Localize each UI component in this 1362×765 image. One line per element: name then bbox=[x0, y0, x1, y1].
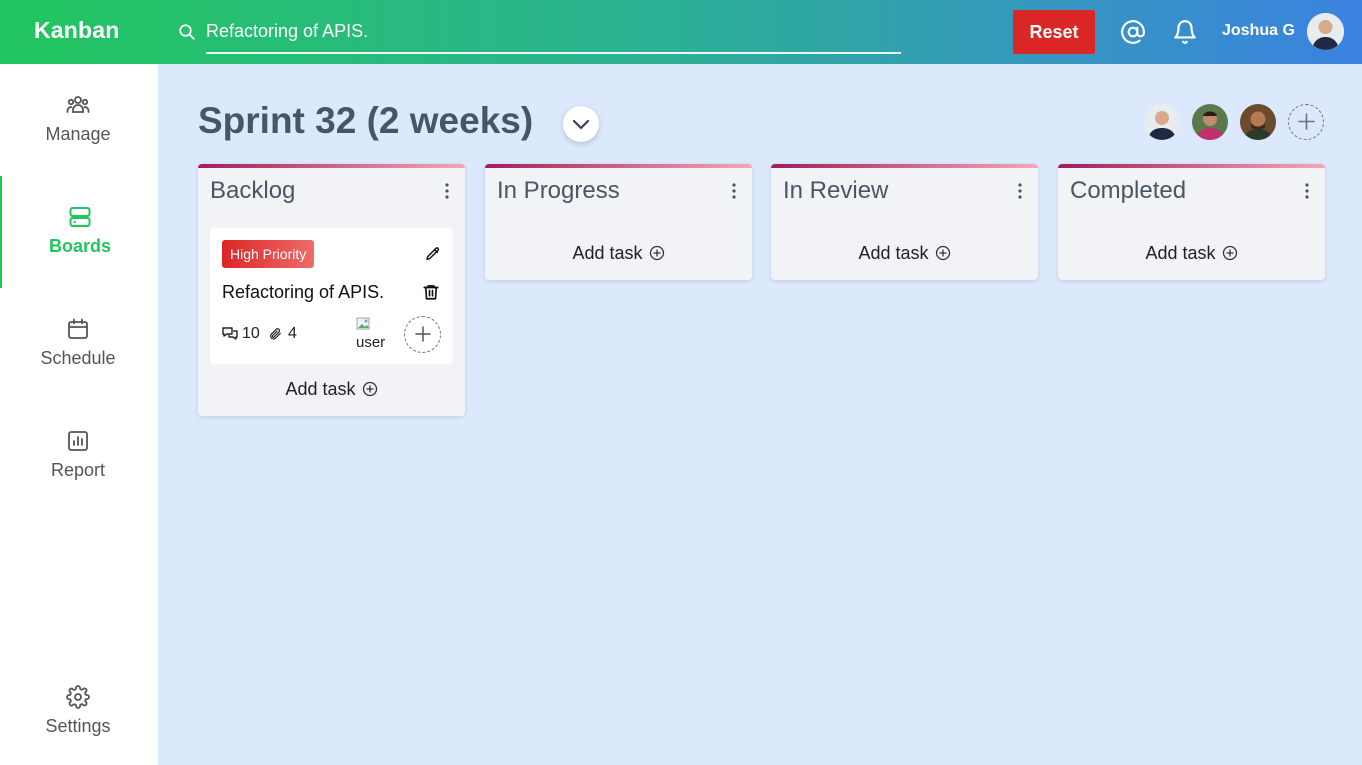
plus-icon bbox=[414, 326, 431, 342]
search-icon bbox=[179, 24, 195, 40]
column-completed: Completed Add task bbox=[1058, 164, 1325, 280]
gear-icon bbox=[66, 685, 90, 709]
member-avatar[interactable] bbox=[1240, 104, 1276, 140]
more-vertical-icon[interactable] bbox=[443, 182, 451, 200]
mentions-icon[interactable] bbox=[1120, 19, 1146, 45]
priority-badge: High Priority bbox=[222, 240, 315, 268]
member-avatar[interactable] bbox=[1192, 104, 1228, 140]
add-member-button[interactable] bbox=[1288, 104, 1324, 140]
column-in-progress: In Progress Add task bbox=[485, 164, 752, 280]
calendar-icon bbox=[68, 318, 88, 339]
app-logo[interactable]: Kanban bbox=[34, 17, 120, 44]
column-title: Backlog bbox=[210, 177, 296, 204]
reset-button[interactable]: Reset bbox=[1013, 10, 1095, 54]
user-name[interactable]: Joshua G bbox=[1222, 22, 1295, 40]
assignee-alt-text: user bbox=[356, 334, 386, 351]
add-task-button[interactable]: Add task bbox=[771, 243, 1038, 264]
plus-circle-icon bbox=[362, 381, 377, 397]
task-card[interactable]: High Priority Refactoring of APIS. 10 4 … bbox=[210, 228, 453, 364]
add-task-button[interactable]: Add task bbox=[485, 243, 752, 264]
column-title: In Progress bbox=[497, 177, 620, 204]
column-accent-bar bbox=[198, 164, 465, 168]
attachment-count: 4 bbox=[288, 325, 297, 342]
broken-image-icon bbox=[356, 317, 370, 330]
sidebar-item-settings[interactable]: Settings bbox=[0, 656, 158, 765]
sidebar-item-schedule[interactable]: Schedule bbox=[0, 288, 158, 400]
add-task-label: Add task bbox=[858, 243, 929, 263]
plus-circle-icon bbox=[649, 245, 664, 261]
more-vertical-icon[interactable] bbox=[1303, 182, 1311, 200]
column-accent-bar bbox=[771, 164, 1038, 168]
column-backlog: Backlog High Priority Refactoring of API… bbox=[198, 164, 465, 416]
sidebar-item-boards[interactable]: Boards bbox=[0, 176, 158, 288]
sidebar-item-label: Manage bbox=[45, 124, 111, 144]
add-task-label: Add task bbox=[572, 243, 643, 263]
user-avatar[interactable] bbox=[1307, 13, 1344, 50]
paperclip-icon bbox=[270, 328, 281, 340]
plus-icon bbox=[1297, 113, 1315, 130]
column-accent-bar bbox=[485, 164, 752, 168]
edit-icon[interactable] bbox=[425, 246, 441, 262]
trash-icon[interactable] bbox=[422, 283, 440, 301]
column-in-review: In Review Add task bbox=[771, 164, 1038, 280]
notifications-icon[interactable] bbox=[1172, 19, 1198, 45]
plus-circle-icon bbox=[1222, 245, 1237, 261]
plus-circle-icon bbox=[935, 245, 950, 261]
more-vertical-icon[interactable] bbox=[1016, 182, 1024, 200]
sidebar-item-label: Boards bbox=[48, 236, 111, 256]
add-task-button[interactable]: Add task bbox=[198, 379, 465, 400]
add-assignee-button[interactable] bbox=[404, 316, 441, 353]
report-icon bbox=[68, 431, 88, 451]
sprint-dropdown-button[interactable] bbox=[563, 106, 599, 142]
column-title: Completed bbox=[1070, 177, 1187, 204]
add-task-button[interactable]: Add task bbox=[1058, 243, 1325, 264]
assignee-avatar[interactable]: user bbox=[356, 316, 392, 352]
add-task-label: Add task bbox=[1145, 243, 1216, 263]
sprint-title: Sprint 32 (2 weeks) bbox=[198, 100, 534, 141]
boards-icon bbox=[69, 207, 91, 227]
search-input[interactable] bbox=[206, 16, 901, 54]
comment-count: 10 bbox=[242, 325, 260, 342]
more-vertical-icon[interactable] bbox=[730, 182, 738, 200]
comments-icon bbox=[222, 327, 238, 340]
sidebar-item-report[interactable]: Report bbox=[0, 400, 158, 512]
sidebar-item-label: Settings bbox=[45, 716, 111, 736]
task-title: Refactoring of APIS. bbox=[222, 282, 385, 302]
add-task-label: Add task bbox=[285, 379, 356, 399]
top-bar: Kanban Reset Joshua G bbox=[0, 0, 1362, 64]
member-avatar[interactable] bbox=[1144, 104, 1180, 140]
sidebar-item-label: Report bbox=[50, 460, 106, 480]
sidebar-item-label: Schedule bbox=[40, 348, 116, 368]
sidebar-item-manage[interactable]: Manage bbox=[0, 64, 158, 176]
column-title: In Review bbox=[783, 177, 889, 204]
team-icon bbox=[66, 96, 90, 113]
chevron-down-icon bbox=[572, 119, 590, 130]
column-accent-bar bbox=[1058, 164, 1325, 168]
sidebar: Manage Boards Schedule Report Settings bbox=[0, 64, 158, 765]
